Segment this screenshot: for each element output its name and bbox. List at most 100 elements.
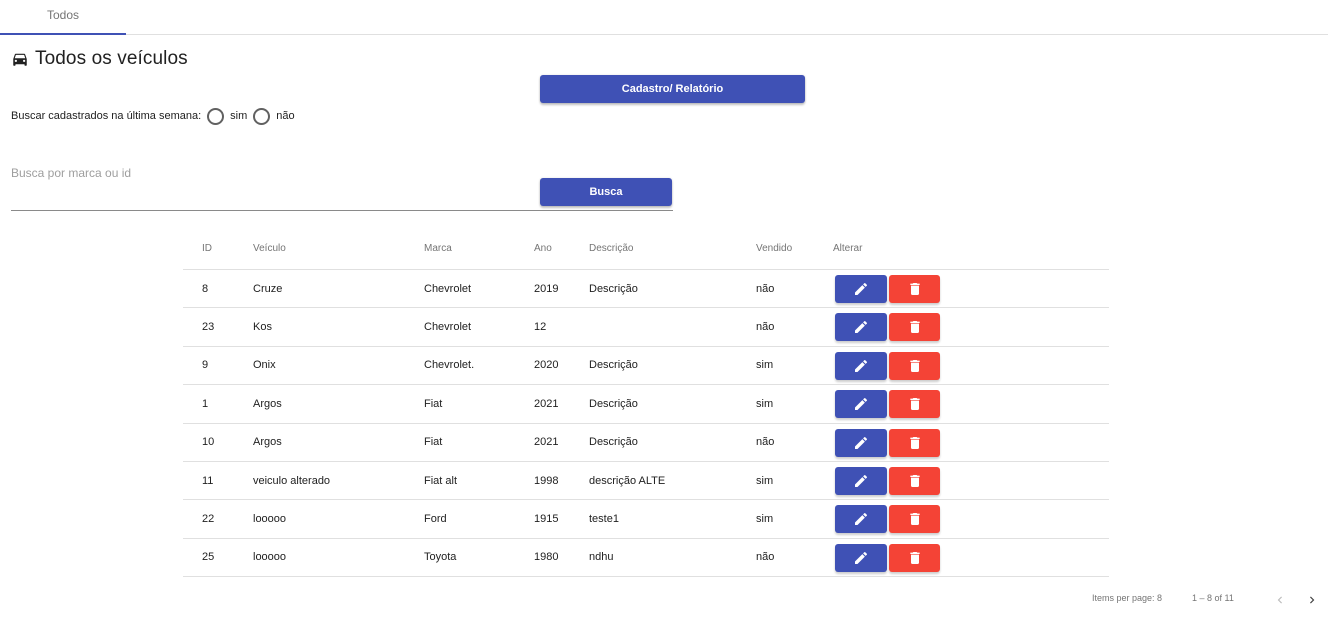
pencil-icon xyxy=(855,282,868,295)
pencil-icon xyxy=(855,513,868,526)
cell-ano: 12 xyxy=(534,321,547,334)
table-row: 11 veiculo alterado Fiat alt 1998 descrição … xyxy=(183,462,1109,501)
cell-descricao: Descrição xyxy=(589,397,638,410)
cell-marca: Chevrolet. xyxy=(424,359,475,372)
header-alterar: Alterar xyxy=(833,243,863,254)
delete-button[interactable] xyxy=(889,275,940,303)
cell-marca: Toyota xyxy=(424,551,457,564)
tab-todos-label: Todos xyxy=(46,8,80,22)
cell-vendido: sim xyxy=(756,474,774,487)
delete-button[interactable] xyxy=(889,351,940,380)
active-tab-indicator xyxy=(0,33,126,35)
cell-veiculo: Onix xyxy=(253,359,276,372)
page-range-label: 1 – 8 of 11 xyxy=(1192,593,1234,603)
header-marca: Marca xyxy=(424,243,452,254)
radio-nao[interactable]: não xyxy=(253,107,295,125)
edit-button[interactable] xyxy=(835,275,887,303)
header-veiculo: Veículo xyxy=(253,243,286,254)
pencil-icon xyxy=(855,321,868,334)
delete-button[interactable] xyxy=(889,505,940,534)
radio-sim-circle[interactable] xyxy=(207,107,225,125)
cell-veiculo: looooo xyxy=(253,551,287,564)
delete-button[interactable] xyxy=(889,466,940,495)
cell-ano: 2021 xyxy=(534,436,559,449)
delete-button[interactable] xyxy=(889,428,940,457)
pencil-icon xyxy=(855,551,868,564)
cell-id: 8 xyxy=(202,282,209,295)
header-descricao: Descrição xyxy=(589,243,634,254)
chevron-right-icon xyxy=(1310,596,1315,604)
edit-button[interactable] xyxy=(835,390,887,419)
trash-icon xyxy=(909,551,920,564)
cell-vendido: não xyxy=(756,436,775,449)
cell-marca: Chevrolet xyxy=(424,321,472,334)
trash-icon xyxy=(909,513,920,526)
table-row: 1 Argos Fiat 2021 Descrição sim xyxy=(183,385,1109,424)
cell-descricao: descrição ALTE xyxy=(589,474,666,487)
table-row: 23 Kos Chevrolet 12 não xyxy=(183,308,1109,347)
trash-icon xyxy=(909,474,920,487)
previous-page-button[interactable] xyxy=(1270,590,1290,610)
cell-ano: 1915 xyxy=(534,513,559,526)
trash-icon xyxy=(909,436,920,449)
pencil-icon xyxy=(855,398,868,411)
cell-marca: Ford xyxy=(424,513,447,526)
pencil-icon xyxy=(855,474,868,487)
paginator: Items per page: 8 1 – 8 of 11 xyxy=(0,588,1328,612)
edit-button[interactable] xyxy=(835,505,887,534)
cell-descricao: Descrição xyxy=(589,359,638,372)
vehicles-table: ID Veículo Marca Ano Descrição Vendido A… xyxy=(183,228,1109,578)
radio-nao-circle[interactable] xyxy=(253,107,271,125)
week-filter: Buscar cadastrados na última semana: sim… xyxy=(11,106,295,126)
header-ano: Ano xyxy=(534,243,552,254)
cell-ano: 2019 xyxy=(534,282,559,295)
cell-id: 9 xyxy=(202,359,209,372)
trash-icon xyxy=(909,398,920,411)
edit-button[interactable] xyxy=(835,351,887,380)
page-title: Todos os veículos xyxy=(35,48,188,69)
table-row: 8 Cruze Chevrolet 2019 Descrição não xyxy=(183,270,1109,309)
cell-vendido: sim xyxy=(756,397,774,410)
cell-ano: 1980 xyxy=(534,551,559,564)
radio-sim[interactable]: sim xyxy=(207,107,247,125)
cell-descricao: teste1 xyxy=(589,513,619,526)
edit-button[interactable] xyxy=(835,313,887,342)
chevron-left-icon xyxy=(1277,596,1282,604)
delete-button[interactable] xyxy=(889,543,940,572)
busca-button[interactable]: Busca xyxy=(540,178,672,206)
trash-icon xyxy=(909,283,920,295)
cell-id: 25 xyxy=(202,551,215,564)
tab-bar: Todos xyxy=(0,0,1328,35)
cell-vendido: não xyxy=(756,282,775,295)
edit-button[interactable] xyxy=(835,543,887,572)
cell-ano: 2020 xyxy=(534,359,559,372)
cell-ano: 2021 xyxy=(534,397,559,410)
pencil-icon xyxy=(855,436,868,449)
pencil-icon xyxy=(855,359,868,372)
header-vendido: Vendido xyxy=(756,243,793,254)
cell-id: 10 xyxy=(202,436,215,449)
next-page-button[interactable] xyxy=(1302,590,1322,610)
cell-marca: Fiat xyxy=(424,436,443,449)
cell-vendido: não xyxy=(756,321,775,334)
delete-button[interactable] xyxy=(889,313,940,342)
search-input[interactable] xyxy=(11,162,511,184)
cell-veiculo: Cruze xyxy=(253,282,283,295)
edit-button[interactable] xyxy=(835,466,887,495)
cell-marca: Fiat alt xyxy=(424,474,458,487)
delete-button[interactable] xyxy=(889,390,940,419)
trash-icon xyxy=(909,321,920,334)
cell-id: 11 xyxy=(202,474,214,487)
cell-veiculo: Kos xyxy=(253,321,272,334)
table-body: 8 Cruze Chevrolet 2019 Descrição não 23 Kos Chev… xyxy=(183,270,1109,578)
cell-vendido: não xyxy=(756,551,775,564)
cell-veiculo: looooo xyxy=(253,513,287,526)
cell-id: 23 xyxy=(202,321,215,334)
table-row: 9 Onix Chevrolet. 2020 Descrição sim xyxy=(183,347,1109,386)
radio-nao-label: não xyxy=(276,110,295,122)
header-id: ID xyxy=(202,243,212,254)
edit-button[interactable] xyxy=(835,428,887,457)
cadastro-relatorio-button[interactable]: Cadastro/ Relatório xyxy=(540,75,805,103)
cell-marca: Chevrolet xyxy=(424,282,472,295)
tab-todos[interactable]: Todos xyxy=(0,0,126,35)
